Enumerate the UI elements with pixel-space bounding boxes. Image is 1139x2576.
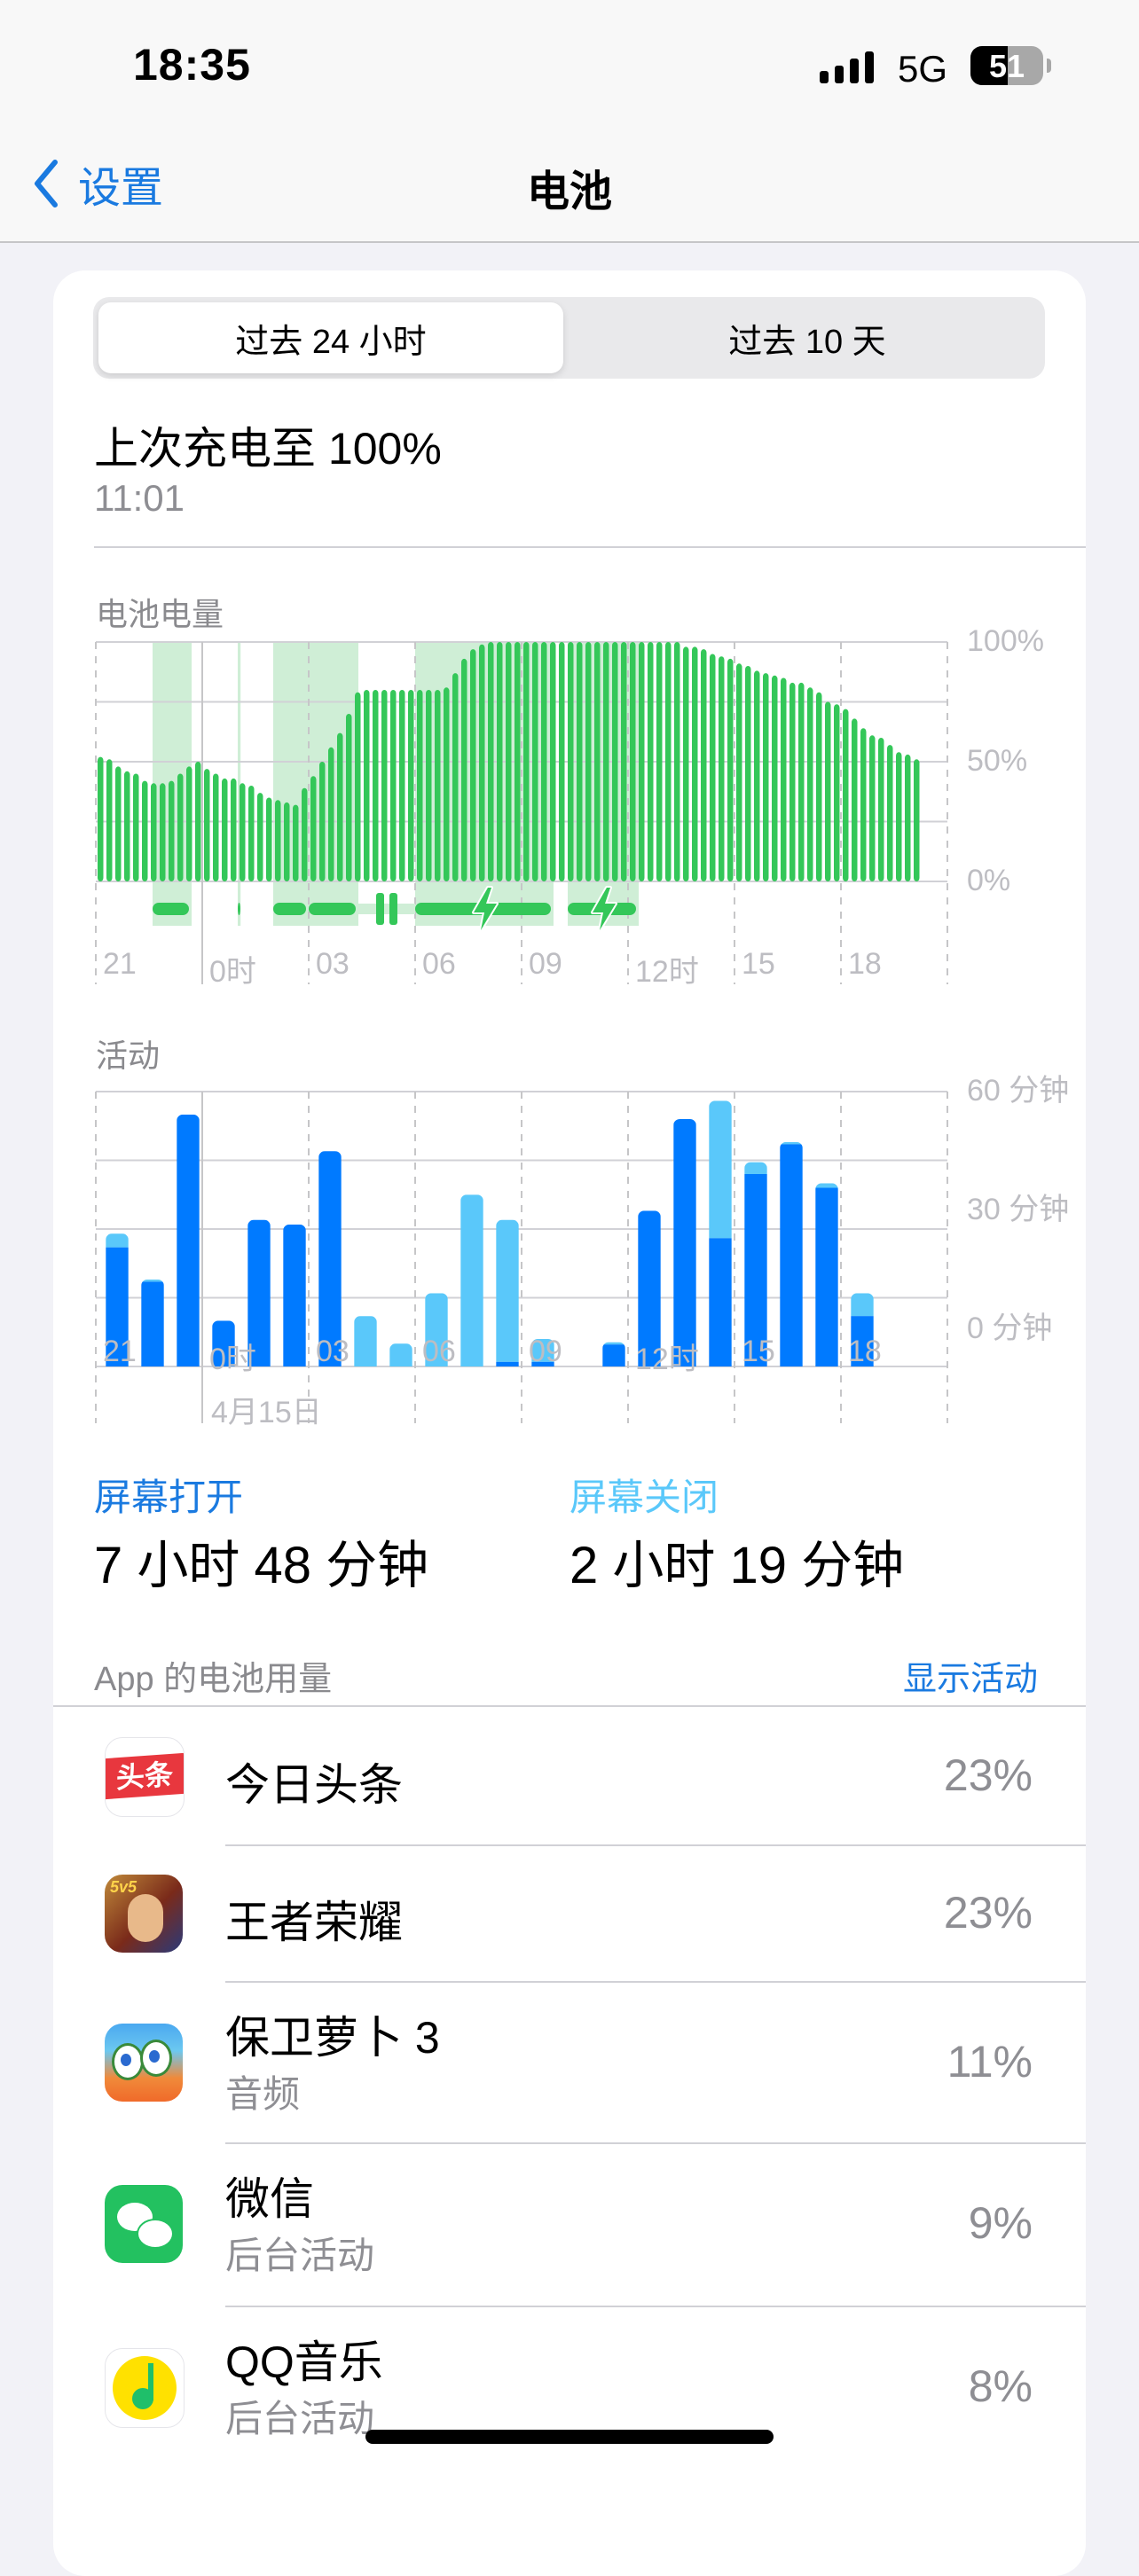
activity-bar [283, 1224, 306, 1366]
home-indicator[interactable] [365, 2430, 774, 2444]
activity-bar [709, 1100, 732, 1366]
activity-bar [815, 1183, 838, 1366]
app-row-toutiao[interactable]: 头条 今日头条 23% [53, 1707, 1086, 1846]
qq-music-icon [105, 2348, 185, 2428]
x-tick-label: 0时 [209, 1343, 256, 1376]
screen-on-segment [141, 1281, 164, 1366]
x-tick-label: 03 [316, 1335, 350, 1368]
app-percent: 9% [968, 2198, 1033, 2248]
y-tick-60-min: 60 分钟 [967, 1074, 1070, 1108]
wechat-icon [105, 2185, 183, 2263]
app-percent: 11% [947, 2037, 1033, 2087]
screen-off-segment [141, 1279, 164, 1282]
screen-off-segment [602, 1342, 625, 1345]
honor-of-kings-icon: 5v5 [105, 1875, 183, 1953]
screen-off-segment [460, 1194, 483, 1366]
x-tick-label: 21 [103, 1335, 137, 1368]
screen-off-segment [744, 1162, 767, 1174]
app-row-carrot-fantasy[interactable]: 保卫萝卜 3 音频 11% [53, 1983, 1086, 2144]
app-subtitle: 后台活动 [225, 2235, 375, 2276]
x-tick-label: 18 [848, 1335, 882, 1368]
screen-on-segment [673, 1119, 696, 1366]
activity-bar [602, 1342, 625, 1366]
screen-on-value: 7 小时 48 分钟 [94, 1537, 429, 1594]
app-name: QQ音乐 [225, 2337, 383, 2387]
app-percent: 23% [943, 1888, 1033, 1938]
date-label: 4月15日 [211, 1396, 322, 1429]
app-percent: 8% [968, 2361, 1033, 2411]
activity-bar [460, 1194, 483, 1366]
activity-bar [496, 1219, 519, 1366]
screen-off-segment [709, 1100, 732, 1239]
screen-off-segment [106, 1233, 129, 1248]
activity-bar [141, 1279, 164, 1366]
app-name: 今日头条 [225, 1760, 403, 1810]
screen-off-segment [354, 1316, 377, 1366]
activity-bar [354, 1316, 377, 1366]
screen-off-segment [815, 1183, 838, 1188]
x-tick-label: 12时 [635, 1343, 699, 1376]
screen-off-segment [780, 1141, 803, 1145]
app-row-wechat[interactable]: 微信 后台活动 9% [53, 2144, 1086, 2307]
screen-on-segment [177, 1114, 200, 1366]
screen-off-label: 屏幕关闭 [570, 1476, 719, 1518]
toutiao-icon: 头条 [105, 1737, 185, 1817]
activity-bar [389, 1343, 412, 1366]
screen-on-segment [496, 1361, 519, 1366]
app-name: 微信 [225, 2174, 314, 2224]
x-tick-label: 09 [529, 1335, 562, 1368]
app-subtitle: 音频 [225, 2073, 301, 2115]
activity-bar [177, 1114, 200, 1366]
x-tick-label: 15 [742, 1335, 775, 1368]
screen-on-segment [602, 1344, 625, 1366]
screen-on-segment [815, 1187, 838, 1366]
screen-off-segment [389, 1343, 412, 1366]
app-row-honor-of-kings[interactable]: 5v5 王者荣耀 23% [53, 1846, 1086, 1983]
screen-off-value: 2 小时 19 分钟 [570, 1537, 905, 1594]
app-subtitle: 后台活动 [225, 2398, 375, 2439]
screen-on-segment [283, 1224, 306, 1366]
activity-bar [780, 1141, 803, 1366]
screen-on-segment [780, 1144, 803, 1366]
x-tick-label: 06 [422, 1335, 456, 1368]
screen-on-label: 屏幕打开 [94, 1476, 244, 1518]
activity-bar [673, 1119, 696, 1366]
y-tick-30-min: 30 分钟 [967, 1193, 1070, 1226]
app-name: 保卫萝卜 3 [225, 2013, 440, 2063]
screen-on-segment [709, 1238, 732, 1366]
screen-off-segment [496, 1219, 519, 1362]
show-activity-button[interactable]: 显示活动 [903, 1651, 1038, 1700]
app-name: 王者荣耀 [225, 1898, 403, 1947]
screen-off-segment [851, 1293, 874, 1317]
carrot-fantasy-icon [105, 2024, 183, 2102]
activity-chart [95, 1091, 948, 1423]
app-percent: 23% [943, 1750, 1033, 1800]
y-tick-0-min: 0 分钟 [967, 1311, 1053, 1345]
app-usage-header: App 的电池用量 [94, 1661, 333, 1698]
